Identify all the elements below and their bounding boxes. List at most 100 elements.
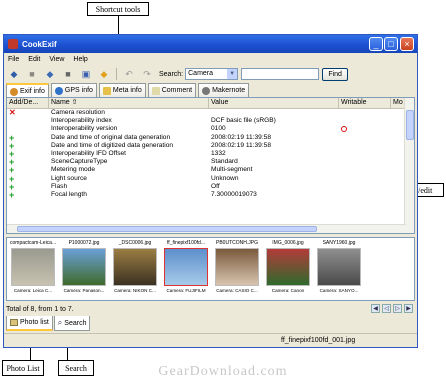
table-row[interactable]: + Flash Off — [7, 183, 414, 191]
row-value[interactable]: DCF basic file (sRGB) — [209, 117, 339, 125]
tab-photo-list[interactable]: Photo list — [6, 316, 53, 331]
title-bar[interactable]: CookExif _ □ × — [4, 35, 417, 53]
close-button[interactable]: × — [400, 37, 414, 51]
add-icon[interactable]: + — [9, 175, 14, 183]
row-value[interactable]: Multi-segment — [209, 166, 339, 174]
photo-thumbnail-image[interactable] — [113, 248, 157, 286]
menu-edit[interactable]: Edit — [28, 56, 40, 63]
row-value[interactable]: Unknown — [209, 175, 339, 183]
row-writable — [339, 166, 391, 174]
table-row[interactable]: + Date and time of digitized data generat… — [7, 142, 414, 150]
tag-icon[interactable]: ◆ — [8, 68, 20, 80]
row-mark[interactable]: + — [7, 166, 49, 174]
chevron-down-icon[interactable]: ▼ — [227, 69, 238, 79]
photo-thumbnail-item[interactable]: P1000072.jpg Camera: Panason... — [61, 240, 107, 300]
photo-thumbnail-image[interactable] — [215, 248, 259, 286]
photo-thumbnail-image[interactable] — [266, 248, 310, 286]
add-icon[interactable]: + — [9, 150, 14, 158]
photo-thumbnail-item[interactable]: compactcam-Leica... Camera: Leica C... — [10, 240, 56, 300]
menu-view[interactable]: View — [49, 56, 64, 63]
maximize-button[interactable]: □ — [384, 37, 398, 51]
photo-thumbnail-item[interactable]: _DSC0006.jpg Camera: NIKON C... — [112, 240, 158, 300]
row-mark[interactable]: + — [7, 175, 49, 183]
table-row[interactable]: Interoperability version 0100 — [7, 125, 414, 133]
diamond-icon[interactable]: ◆ — [44, 68, 56, 80]
photo-nav: ◀ ◁ ▷ ▶ — [371, 304, 413, 313]
table-row[interactable]: Interoperability index DCF basic file (sR… — [7, 117, 414, 125]
search-field-select[interactable]: Camera ▼ — [185, 68, 239, 80]
table-row[interactable]: + SceneCaptureType Standard — [7, 158, 414, 166]
photo-thumbnail-image[interactable] — [62, 248, 106, 286]
find-button[interactable]: Find — [322, 67, 349, 81]
delete-icon[interactable]: ✕ — [9, 109, 16, 117]
photo-thumbnail-item[interactable]: SANY1960.jpg Camera: SANYO... — [316, 240, 362, 300]
prev-page-icon[interactable]: ◁ — [382, 304, 391, 313]
horizontal-scroll-thumb[interactable] — [17, 226, 317, 232]
tab-exif-info[interactable]: Exif info — [6, 83, 49, 98]
table-row[interactable]: + Focal length 7.30000019073 — [7, 191, 414, 199]
row-mark[interactable]: + — [7, 142, 49, 150]
row-value[interactable]: 0100 — [209, 125, 339, 133]
row-value[interactable]: 2008:02:19 11:39:58 — [209, 142, 339, 150]
row-value[interactable]: 1332 — [209, 150, 339, 158]
table-row[interactable]: ✕ Camera resolution — [7, 109, 414, 117]
minimize-button[interactable]: _ — [369, 37, 383, 51]
table-row[interactable]: + Interoperability IFD Offset 1332 — [7, 150, 414, 158]
row-value[interactable]: Standard — [209, 158, 339, 166]
add-icon[interactable]: + — [9, 142, 14, 150]
photo-thumbnail-item[interactable]: ff_finepixf100fd... Camera: FUJIFILM — [163, 240, 209, 300]
add-icon[interactable]: + — [9, 183, 14, 191]
vertical-scroll-thumb[interactable] — [406, 110, 414, 140]
row-mark[interactable]: + — [7, 183, 49, 191]
undo-icon[interactable]: ↶ — [123, 68, 135, 80]
tab-gps-info[interactable]: GPS info — [50, 83, 97, 97]
photo-thumbnail-image[interactable] — [11, 248, 55, 286]
row-mark[interactable] — [7, 125, 49, 133]
column-writable[interactable]: Writable — [339, 98, 391, 108]
photo-status-row: Total of 8, from 1 to 7. ◀ ◁ ▷ ▶ — [6, 303, 415, 315]
row-mark[interactable]: + — [7, 134, 49, 142]
photo-thumbnail-image[interactable] — [317, 248, 361, 286]
row-mark[interactable]: ✕ — [7, 109, 49, 117]
row-mark[interactable] — [7, 117, 49, 125]
add-icon[interactable]: + — [9, 158, 14, 166]
save-icon[interactable]: ▣ — [80, 68, 92, 80]
tab-search[interactable]: ⌕ Search — [53, 316, 91, 331]
last-page-icon[interactable]: ▶ — [404, 304, 413, 313]
row-value[interactable]: 7.30000019073 — [209, 191, 339, 199]
horizontal-scrollbar[interactable] — [7, 224, 406, 233]
first-page-icon[interactable]: ◀ — [371, 304, 380, 313]
menu-help[interactable]: Help — [73, 56, 87, 63]
row-value[interactable]: 2008:02:19 11:39:58 — [209, 134, 339, 142]
row-mark[interactable]: + — [7, 158, 49, 166]
sort-icon: ⇧ — [71, 99, 78, 106]
warning-icon[interactable]: ◆ — [98, 68, 110, 80]
add-icon[interactable]: + — [9, 166, 14, 174]
row-value[interactable] — [209, 109, 339, 117]
vertical-scrollbar[interactable] — [404, 98, 414, 233]
photo-thumbnail-image[interactable] — [164, 248, 208, 286]
row-mark[interactable]: + — [7, 150, 49, 158]
row-mark[interactable]: + — [7, 191, 49, 199]
photo-thumbnail-item[interactable]: PB0UTCONH.JPG Camera: CASIO C... — [214, 240, 260, 300]
add-icon[interactable]: + — [9, 134, 14, 142]
table-row[interactable]: + Metering mode Multi-segment — [7, 166, 414, 174]
table-row[interactable]: + Date and time of original data generati… — [7, 134, 414, 142]
column-add-delete[interactable]: Add/De... — [7, 98, 49, 108]
photo-thumbnail-item[interactable]: IMG_0006.jpg Camera: Canon — [265, 240, 311, 300]
menu-file[interactable]: File — [8, 56, 19, 63]
redo-icon[interactable]: ↷ — [141, 68, 153, 80]
add-icon[interactable]: + — [9, 191, 14, 199]
tab-makernote[interactable]: Makernote — [198, 83, 250, 97]
tab-meta-info[interactable]: Meta info — [98, 83, 146, 97]
tab-comment[interactable]: Comment — [147, 83, 197, 97]
photo-filename: compactcam-Leica... — [10, 240, 56, 246]
stop-icon[interactable]: ■ — [62, 68, 74, 80]
column-value[interactable]: Value — [209, 98, 339, 108]
folder-icon[interactable]: ■ — [26, 68, 38, 80]
search-input[interactable] — [241, 68, 320, 80]
row-value[interactable]: Off — [209, 183, 339, 191]
table-row[interactable]: + Light source Unknown — [7, 175, 414, 183]
next-page-icon[interactable]: ▷ — [393, 304, 402, 313]
column-name[interactable]: Name ⇧ — [49, 98, 209, 108]
